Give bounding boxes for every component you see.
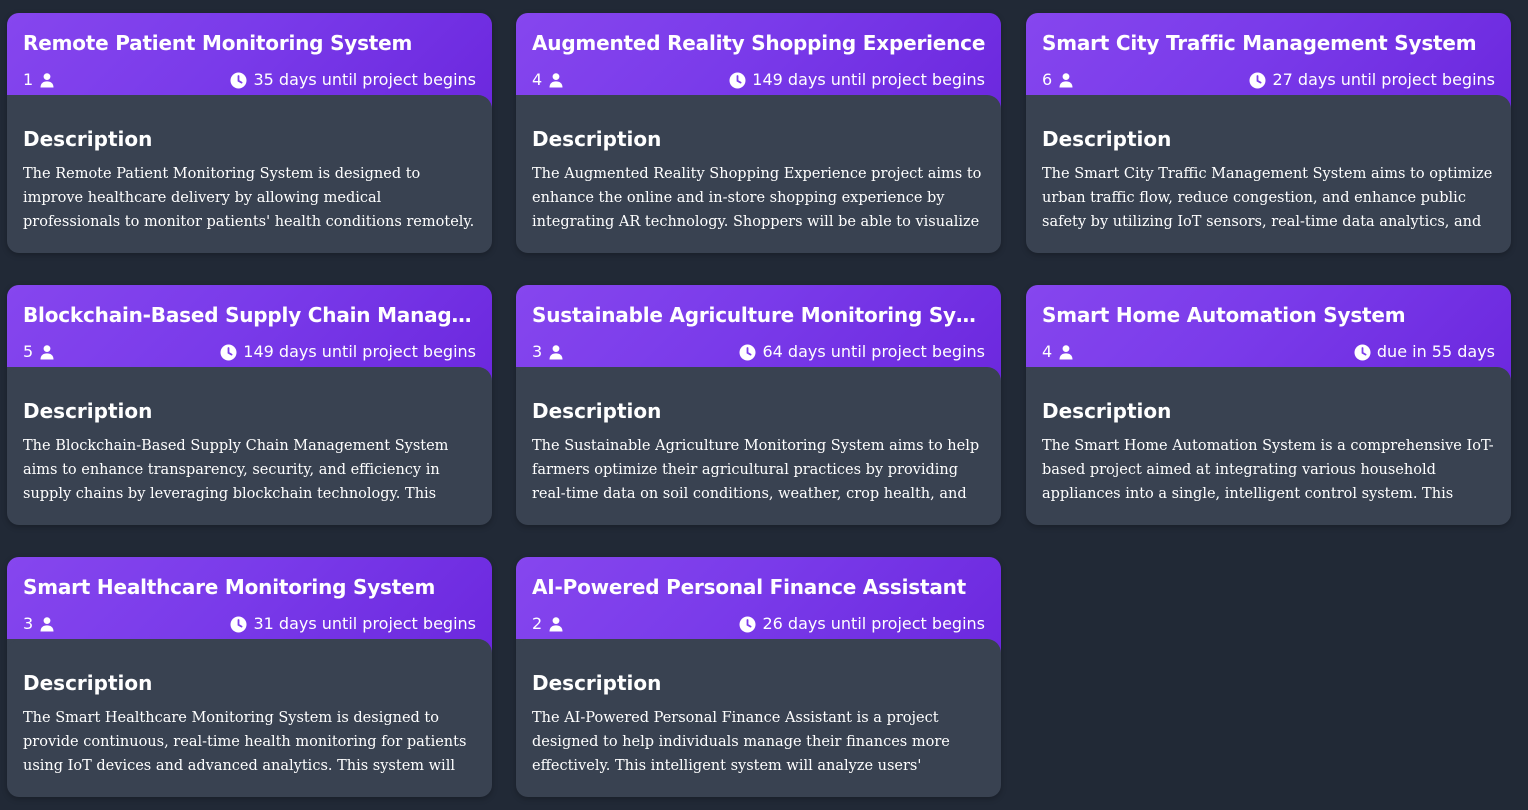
description-text: The Sustainable Agriculture Monitoring S… xyxy=(532,438,980,502)
member-count: 1 xyxy=(23,69,55,91)
due-text: 27 days until project begins xyxy=(1272,70,1495,89)
card-header: Smart City Traffic Management System 6 27 … xyxy=(1026,13,1511,109)
project-card[interactable]: Smart City Traffic Management System 6 27 … xyxy=(1026,13,1511,253)
member-count-value: 5 xyxy=(23,342,34,361)
clock-icon xyxy=(1354,344,1371,361)
card-header: Sustainable Agriculture Monitoring Syste… xyxy=(516,285,1001,381)
member-count-value: 2 xyxy=(532,614,543,633)
project-meta: 3 31 days until project begins xyxy=(23,613,476,635)
project-title: Smart Home Automation System xyxy=(1042,303,1406,327)
due-text: 149 days until project begins xyxy=(752,70,985,89)
project-card[interactable]: Smart Home Automation System 4 due in 55 d… xyxy=(1026,285,1511,525)
due-text: 31 days until project begins xyxy=(253,614,476,633)
due-info: 31 days until project begins xyxy=(230,613,476,635)
description-text: The Remote Patient Monitoring System is … xyxy=(23,166,475,230)
due-info: due in 55 days xyxy=(1354,341,1495,363)
project-grid: Remote Patient Monitoring System 1 35 days… xyxy=(0,0,1528,810)
description-heading: Description xyxy=(23,671,153,695)
person-icon xyxy=(39,616,55,632)
project-title: Blockchain-Based Supply Chain Managem... xyxy=(23,303,478,327)
due-info: 64 days until project begins xyxy=(739,341,985,363)
due-text: due in 55 days xyxy=(1376,342,1495,361)
project-title: Smart City Traffic Management System xyxy=(1042,31,1477,55)
description-text: The AI-Powered Personal Finance Assistan… xyxy=(532,710,950,774)
due-info: 27 days until project begins xyxy=(1249,69,1495,91)
card-header: Smart Healthcare Monitoring System 3 31 da… xyxy=(7,557,492,653)
person-icon xyxy=(548,344,564,360)
clock-icon xyxy=(230,616,247,633)
project-title: Augmented Reality Shopping Experience xyxy=(532,31,986,55)
card-header: AI-Powered Personal Finance Assistant 2 26… xyxy=(516,557,1001,653)
project-meta: 4 due in 55 days xyxy=(1042,341,1495,363)
due-info: 26 days until project begins xyxy=(739,613,985,635)
project-card[interactable]: Blockchain-Based Supply Chain Managem...… xyxy=(7,285,492,525)
member-count: 4 xyxy=(1042,341,1074,363)
project-title: Sustainable Agriculture Monitoring Syste… xyxy=(532,303,987,327)
project-title: Remote Patient Monitoring System xyxy=(23,31,413,55)
project-title: AI-Powered Personal Finance Assistant xyxy=(532,575,967,599)
person-icon xyxy=(39,72,55,88)
member-count-value: 1 xyxy=(23,70,34,89)
description-heading: Description xyxy=(23,399,153,423)
card-header: Smart Home Automation System 4 due in 55 d… xyxy=(1026,285,1511,381)
due-info: 149 days until project begins xyxy=(220,341,476,363)
person-icon xyxy=(39,344,55,360)
card-header: Blockchain-Based Supply Chain Managem...… xyxy=(7,285,492,381)
description-text: The Smart Home Automation System is a co… xyxy=(1042,438,1494,502)
project-card[interactable]: Sustainable Agriculture Monitoring Syste… xyxy=(516,285,1001,525)
project-card[interactable]: Remote Patient Monitoring System 1 35 days… xyxy=(7,13,492,253)
project-meta: 5 149 days until project begins xyxy=(23,341,476,363)
person-icon xyxy=(1058,344,1074,360)
member-count: 2 xyxy=(532,613,564,635)
project-meta: 4 149 days until project begins xyxy=(532,69,985,91)
description-heading: Description xyxy=(532,127,662,151)
description-text: The Smart Healthcare Monitoring System i… xyxy=(23,710,467,774)
member-count: 4 xyxy=(532,69,564,91)
clock-icon xyxy=(230,72,247,89)
project-card[interactable]: Augmented Reality Shopping Experience 4 14… xyxy=(516,13,1001,253)
project-card[interactable]: AI-Powered Personal Finance Assistant 2 26… xyxy=(516,557,1001,797)
project-meta: 2 26 days until project begins xyxy=(532,613,985,635)
card-header: Remote Patient Monitoring System 1 35 days… xyxy=(7,13,492,109)
due-text: 149 days until project begins xyxy=(243,342,476,361)
project-meta: 3 64 days until project begins xyxy=(532,341,985,363)
description-heading: Description xyxy=(532,399,662,423)
clock-icon xyxy=(1249,72,1266,89)
description-heading: Description xyxy=(23,127,153,151)
clock-icon xyxy=(729,72,746,89)
person-icon xyxy=(548,72,564,88)
person-icon xyxy=(548,616,564,632)
due-text: 64 days until project begins xyxy=(762,342,985,361)
description-text: The Smart City Traffic Management System… xyxy=(1042,166,1493,230)
person-icon xyxy=(1058,72,1074,88)
member-count: 3 xyxy=(532,341,564,363)
due-info: 149 days until project begins xyxy=(729,69,985,91)
due-text: 26 days until project begins xyxy=(762,614,985,633)
member-count-value: 6 xyxy=(1042,70,1053,89)
member-count-value: 4 xyxy=(532,70,543,89)
member-count-value: 4 xyxy=(1042,342,1053,361)
due-text: 35 days until project begins xyxy=(253,70,476,89)
project-meta: 6 27 days until project begins xyxy=(1042,69,1495,91)
member-count: 6 xyxy=(1042,69,1074,91)
member-count: 3 xyxy=(23,613,55,635)
clock-icon xyxy=(739,344,756,361)
due-info: 35 days until project begins xyxy=(230,69,476,91)
project-meta: 1 35 days until project begins xyxy=(23,69,476,91)
member-count-value: 3 xyxy=(23,614,34,633)
description-text: The Augmented Reality Shopping Experienc… xyxy=(532,166,982,230)
member-count: 5 xyxy=(23,341,55,363)
card-header: Augmented Reality Shopping Experience 4 14… xyxy=(516,13,1001,109)
description-heading: Description xyxy=(532,671,662,695)
clock-icon xyxy=(739,616,756,633)
description-text: The Blockchain-Based Supply Chain Manage… xyxy=(23,438,449,502)
project-card[interactable]: Smart Healthcare Monitoring System 3 31 da… xyxy=(7,557,492,797)
clock-icon xyxy=(220,344,237,361)
project-title: Smart Healthcare Monitoring System xyxy=(23,575,436,599)
member-count-value: 3 xyxy=(532,342,543,361)
description-heading: Description xyxy=(1042,127,1172,151)
description-heading: Description xyxy=(1042,399,1172,423)
